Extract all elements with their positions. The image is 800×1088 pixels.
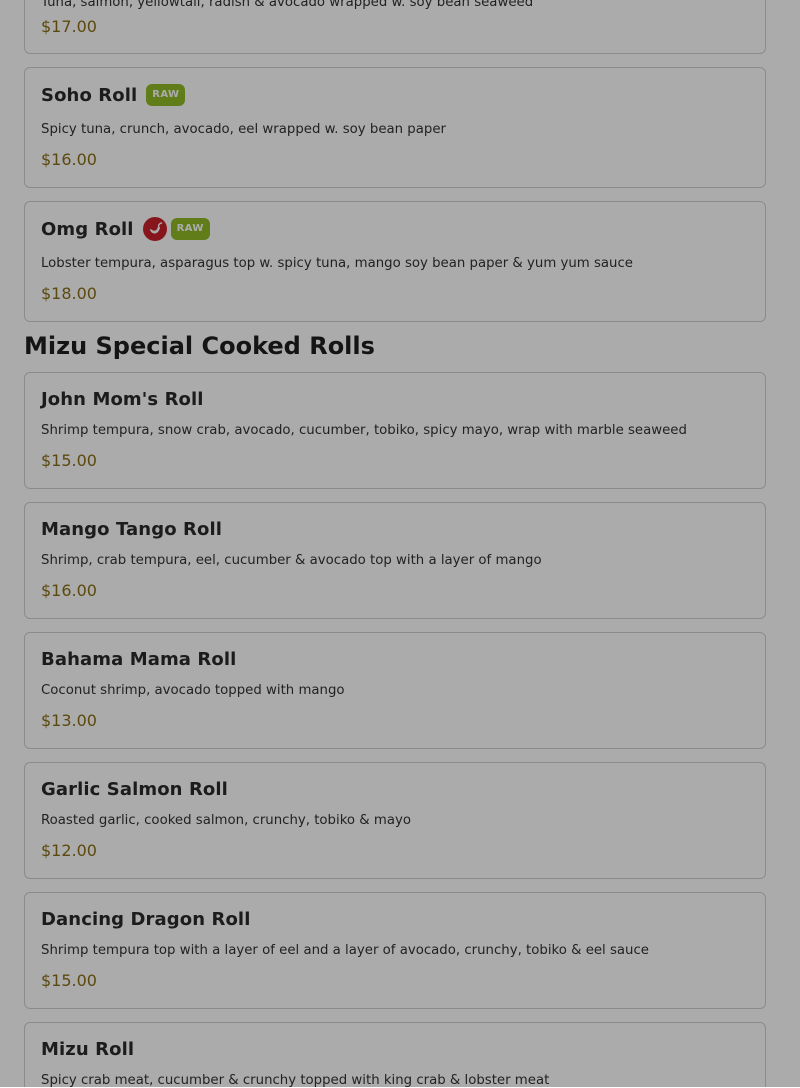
chili-pepper-icon (142, 217, 167, 241)
item-description: Spicy tuna, crunch, avocado, eel wrapped… (41, 122, 446, 137)
item-header: Bahama Mama Roll (41, 644, 236, 674)
menu-item-card[interactable]: Omg Roll RAW Lobster tempura, asparagus … (24, 201, 766, 322)
raw-badge: RAW (146, 84, 186, 106)
item-price: $12.00 (41, 841, 97, 860)
item-price: $18.00 (41, 284, 97, 303)
item-description: Shrimp tempura top with a layer of eel a… (41, 943, 649, 958)
item-price: $13.00 (41, 711, 97, 730)
item-header: Soho Roll RAW (41, 80, 186, 110)
item-header: Mizu Roll (41, 1034, 134, 1064)
raw-badge: RAW (170, 218, 210, 240)
item-price: $16.00 (41, 150, 97, 169)
item-header: Omg Roll RAW (41, 214, 210, 244)
item-description: Shrimp, crab tempura, eel, cucumber & av… (41, 553, 542, 568)
menu-item-card[interactable]: Mango Tango Roll Shrimp, crab tempura, e… (24, 502, 766, 619)
section-title: Mizu Special Cooked Rolls (24, 332, 375, 360)
menu-item-card[interactable]: Bahama Mama Roll Coconut shrimp, avocado… (24, 632, 766, 749)
item-price: $15.00 (41, 451, 97, 470)
menu-item-card[interactable]: Garlic Salmon Roll Roasted garlic, cooke… (24, 762, 766, 879)
item-name: Dancing Dragon Roll (41, 908, 251, 930)
item-description: Roasted garlic, cooked salmon, crunchy, … (41, 813, 411, 828)
item-name: Omg Roll (41, 218, 134, 240)
menu-item-card[interactable]: Dancing Dragon Roll Shrimp tempura top w… (24, 892, 766, 1009)
item-name: John Mom's Roll (41, 388, 204, 410)
item-header: John Mom's Roll (41, 384, 204, 414)
item-price: $16.00 (41, 581, 97, 600)
item-description: Spicy crab meat, cucumber & crunchy topp… (41, 1073, 550, 1088)
item-description: Shrimp tempura, snow crab, avocado, cucu… (41, 423, 687, 438)
item-header: Dancing Dragon Roll (41, 904, 250, 934)
menu-page: Tuna, salmon, yellowtail, radish & avoca… (0, 0, 800, 1088)
item-name: Garlic Salmon Roll (41, 778, 228, 800)
item-price: $15.00 (41, 971, 97, 990)
item-name: Bahama Mama Roll (41, 648, 237, 670)
item-description: Tuna, salmon, yellowtail, radish & avoca… (41, 0, 534, 10)
menu-item-card[interactable]: Mizu Roll Spicy crab meat, cucumber & cr… (24, 1022, 766, 1088)
item-header: Mango Tango Roll (41, 514, 222, 544)
item-header: Garlic Salmon Roll (41, 774, 228, 804)
item-price: $17.00 (41, 17, 97, 36)
item-name: Mango Tango Roll (41, 518, 222, 540)
item-name: Soho Roll (41, 84, 138, 106)
item-name: Mizu Roll (41, 1038, 135, 1060)
menu-item-card[interactable]: John Mom's Roll Shrimp tempura, snow cra… (24, 372, 766, 489)
menu-item-card[interactable]: Soho Roll RAW Spicy tuna, crunch, avocad… (24, 67, 766, 188)
item-description: Coconut shrimp, avocado topped with mang… (41, 683, 345, 698)
item-description: Lobster tempura, asparagus top w. spicy … (41, 256, 633, 271)
menu-item-card[interactable]: Tuna, salmon, yellowtail, radish & avoca… (24, 0, 766, 54)
